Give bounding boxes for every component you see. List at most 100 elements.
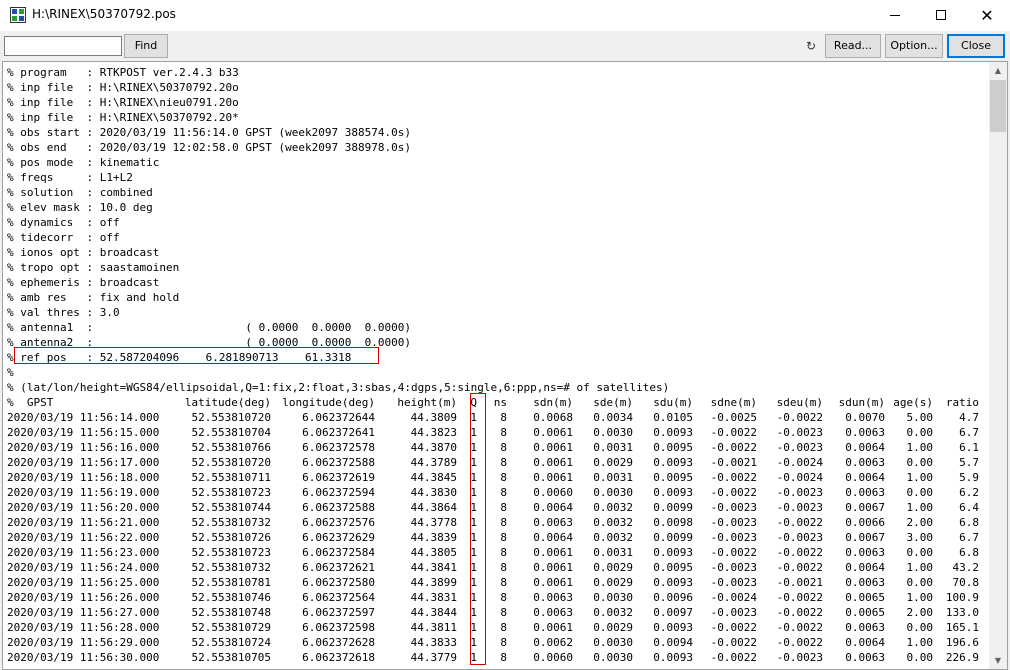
table-cell: -0.0022 — [710, 441, 757, 454]
table-cell: 0.00 — [906, 456, 934, 469]
ref-pos-highlight — [14, 347, 379, 364]
table-row: 2020/03/19 11:56:28.000 52.553810729 6.062… — [7, 620, 991, 635]
column-header: sdn(m) — [533, 396, 573, 409]
column-header: longitude(deg) — [282, 396, 375, 409]
table-cell: 52.553810781 — [191, 576, 271, 589]
table-cell: -0.0022 — [776, 621, 823, 634]
vertical-scrollbar[interactable]: ▲ ▼ — [989, 62, 1007, 669]
table-cell: 2020/03/19 11:56:16.000 — [7, 441, 160, 454]
header-line: % inp file : H:\RINEX\50370792.20* — [7, 111, 239, 124]
scroll-down-icon[interactable]: ▼ — [989, 652, 1007, 669]
table-cell: -0.0023 — [776, 441, 823, 454]
table-cell: -0.0022 — [776, 546, 823, 559]
table-cell: -0.0022 — [710, 546, 757, 559]
find-button[interactable]: Find — [124, 34, 168, 58]
header-line: % val thres : 3.0 — [7, 306, 120, 319]
table-cell: 6.7 — [959, 531, 979, 544]
table-cell: 52.553810724 — [191, 636, 271, 649]
table-cell: 2020/03/19 11:56:27.000 — [7, 606, 160, 619]
table-cell: 2020/03/19 11:56:14.000 — [7, 411, 160, 424]
title-bar[interactable]: H:\RINEX\50370792.pos ✕ — [0, 0, 1010, 31]
table-cell: 0.0067 — [845, 531, 885, 544]
table-cell: 0.0062 — [533, 636, 573, 649]
column-header: sdun(m) — [838, 396, 885, 409]
table-cell: 0.0032 — [593, 516, 633, 529]
table-row: 2020/03/19 11:56:21.000 52.553810732 6.062… — [7, 515, 991, 530]
minimize-button[interactable] — [872, 0, 918, 31]
table-cell: 6.062372576 — [302, 516, 375, 529]
table-cell: -0.0022 — [710, 651, 757, 664]
table-cell: -0.0023 — [710, 516, 757, 529]
column-header: height(m) — [397, 396, 457, 409]
table-cell: 0.0093 — [653, 546, 693, 559]
read-button[interactable]: Read... — [825, 34, 881, 58]
table-cell: 1.00 — [906, 591, 934, 604]
table-cell: 5.9 — [959, 471, 979, 484]
table-cell: 70.8 — [952, 576, 980, 589]
table-cell: 6.062372644 — [302, 411, 375, 424]
table-cell: 6.7 — [959, 426, 979, 439]
scroll-thumb[interactable] — [990, 80, 1006, 132]
table-cell: -0.0023 — [710, 531, 757, 544]
table-cell: 1.00 — [906, 636, 934, 649]
header-line: % tropo opt : saastamoinen — [7, 261, 180, 274]
table-cell: 2020/03/19 11:56:30.000 — [7, 651, 160, 664]
table-cell: 6.062372584 — [302, 546, 375, 559]
table-cell: 6.062372619 — [302, 471, 375, 484]
table-cell: 0.00 — [906, 426, 934, 439]
option-button[interactable]: Option... — [885, 34, 943, 58]
table-cell: 133.0 — [945, 606, 979, 619]
table-cell: 0.0093 — [653, 651, 693, 664]
table-cell: -0.0022 — [776, 516, 823, 529]
table-cell: 0.0061 — [533, 576, 573, 589]
table-cell: 0.0065 — [845, 606, 885, 619]
q-column-highlight — [470, 393, 486, 665]
scroll-up-icon[interactable]: ▲ — [989, 62, 1007, 79]
table-cell: 0.0097 — [653, 606, 693, 619]
table-cell: 6.062372588 — [302, 456, 375, 469]
table-cell: 2020/03/19 11:56:19.000 — [7, 486, 160, 499]
table-cell: 52.553810744 — [191, 501, 271, 514]
table-cell: -0.0023 — [710, 501, 757, 514]
table-cell: 4.7 — [959, 411, 979, 424]
window-close-button[interactable]: ✕ — [964, 0, 1010, 31]
search-input[interactable] — [4, 36, 122, 56]
table-cell: -0.0022 — [710, 621, 757, 634]
header-line: % inp file : H:\RINEX\nieu0791.20o — [7, 96, 239, 109]
maximize-button[interactable] — [918, 0, 964, 31]
table-cell: 0.0063 — [533, 606, 573, 619]
table-cell: 6.8 — [959, 516, 979, 529]
table-cell: 52.553810726 — [191, 531, 271, 544]
refresh-icon[interactable]: ↻ — [805, 40, 817, 52]
table-cell: 44.3864 — [410, 501, 457, 514]
table-cell: -0.0022 — [776, 561, 823, 574]
table-row: 2020/03/19 11:56:22.000 52.553810726 6.062… — [7, 530, 991, 545]
table-row: 2020/03/19 11:56:16.000 52.553810766 6.062… — [7, 440, 991, 455]
text-content: % program : RTKPOST ver.2.4.3 b33 % inp f… — [7, 65, 991, 668]
close-button[interactable]: Close — [947, 34, 1005, 58]
table-cell: 0.00 — [906, 651, 934, 664]
table-cell: 0.0060 — [533, 651, 573, 664]
table-cell: 0.00 — [906, 576, 934, 589]
table-row: 2020/03/19 11:56:27.000 52.553810748 6.062… — [7, 605, 991, 620]
table-cell: 0.0032 — [593, 606, 633, 619]
table-row: 2020/03/19 11:56:30.000 52.553810705 6.062… — [7, 650, 991, 665]
table-cell: 2020/03/19 11:56:26.000 — [7, 591, 160, 604]
table-cell: 0.0064 — [845, 636, 885, 649]
solution-text-view[interactable]: % program : RTKPOST ver.2.4.3 b33 % inp f… — [2, 61, 1008, 670]
table-cell: 2020/03/19 11:56:20.000 — [7, 501, 160, 514]
table-cell: 44.3778 — [410, 516, 457, 529]
table-cell: 6.062372628 — [302, 636, 375, 649]
table-cell: 196.6 — [945, 636, 979, 649]
table-cell: 52.553810720 — [191, 456, 271, 469]
table-cell: 0.0029 — [593, 621, 633, 634]
table-cell: 52.553810766 — [191, 441, 271, 454]
column-header: sde(m) — [593, 396, 633, 409]
table-cell: 44.3779 — [410, 651, 457, 664]
table-cell: 0.0061 — [533, 561, 573, 574]
table-cell: 6.062372588 — [302, 501, 375, 514]
table-cell: 0.0099 — [653, 501, 693, 514]
close-icon: ✕ — [980, 6, 994, 25]
table-cell: -0.0024 — [710, 591, 757, 604]
table-cell: 0.0105 — [653, 411, 693, 424]
